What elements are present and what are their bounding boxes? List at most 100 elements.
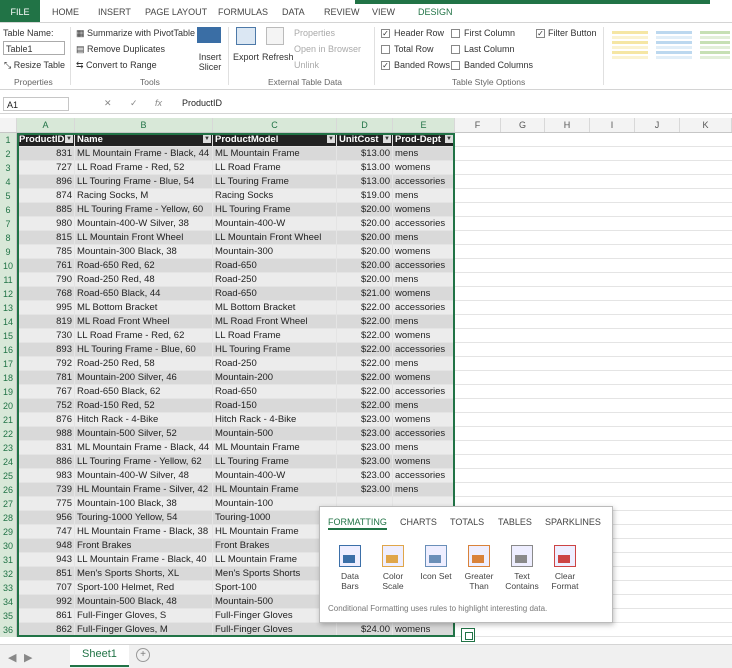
column-header[interactable]: G xyxy=(501,118,545,132)
row-number[interactable]: 25 xyxy=(0,469,17,483)
table-cell[interactable]: 956 xyxy=(17,511,75,524)
table-cell[interactable]: Mountain-300 xyxy=(213,245,337,258)
table-cell[interactable]: 995 xyxy=(17,301,75,314)
tab-file[interactable]: FILE xyxy=(0,0,40,22)
table-cell[interactable]: 943 xyxy=(17,553,75,566)
table-cell[interactable]: Hitch Rack - 4-Bike xyxy=(213,413,337,426)
table-cell[interactable]: $22.00 xyxy=(337,399,393,412)
qa-tab-charts[interactable]: CHARTS xyxy=(400,517,437,527)
table-cell[interactable]: $20.00 xyxy=(337,273,393,286)
table-cell[interactable]: Road-650 xyxy=(213,259,337,272)
table-cell[interactable]: 739 xyxy=(17,483,75,496)
qa-tab-sparklines[interactable]: SPARKLINES xyxy=(545,517,601,527)
table-cell[interactable]: Mountain-400-W Silver, 38 xyxy=(75,217,213,230)
table-cell[interactable]: mens xyxy=(393,189,455,202)
banded-columns-checkbox[interactable] xyxy=(451,61,460,70)
insert-slicer-button[interactable]: Insert Slicer xyxy=(197,52,223,72)
table-cell[interactable]: $20.00 xyxy=(337,203,393,216)
table-cell[interactable]: $13.00 xyxy=(337,175,393,188)
table-cell[interactable]: Road-250 xyxy=(213,273,337,286)
header-cell[interactable]: ProductModel ▼ xyxy=(213,133,337,146)
column-header[interactable]: J xyxy=(635,118,680,132)
convert-range-button[interactable]: ⇆ Convert to Range xyxy=(76,60,157,71)
table-cell[interactable]: 948 xyxy=(17,539,75,552)
table-cell[interactable]: 747 xyxy=(17,525,75,538)
filter-button-checkbox[interactable]: ✓ xyxy=(536,29,545,38)
row-number[interactable]: 32 xyxy=(0,567,17,581)
table-cell[interactable]: accessories xyxy=(393,385,455,398)
qa-option-color-scale[interactable]: Color Scale xyxy=(371,545,415,591)
table-cell[interactable]: ML Bottom Bracket xyxy=(213,301,337,314)
table-cell[interactable]: 831 xyxy=(17,441,75,454)
tab-data[interactable]: DATA xyxy=(282,0,305,22)
table-cell[interactable]: womens xyxy=(393,371,455,384)
table-cell[interactable]: 781 xyxy=(17,371,75,384)
qa-option-data-bars[interactable]: Data Bars xyxy=(328,545,372,591)
table-cell[interactable]: Road-250 Red, 58 xyxy=(75,357,213,370)
column-header[interactable]: K xyxy=(680,118,732,132)
table-cell[interactable]: ML Mountain Frame xyxy=(213,441,337,454)
header-cell[interactable]: Name ▼ xyxy=(75,133,213,146)
table-cell[interactable]: mens xyxy=(393,273,455,286)
row-number[interactable]: 13 xyxy=(0,301,17,315)
table-cell[interactable]: LL Road Frame xyxy=(213,161,337,174)
tab-formulas[interactable]: FORMULAS xyxy=(218,0,268,22)
table-cell[interactable]: Mountain-100 Black, 38 xyxy=(75,497,213,510)
table-cell[interactable]: LL Mountain Front Wheel xyxy=(75,231,213,244)
table-cell[interactable]: 851 xyxy=(17,567,75,580)
row-number[interactable]: 8 xyxy=(0,231,17,245)
qa-tab-formatting[interactable]: FORMATTING xyxy=(328,517,387,530)
table-cell[interactable]: Full-Finger Gloves, M xyxy=(75,623,213,636)
table-cell[interactable]: LL Touring Frame - Yellow, 62 xyxy=(75,455,213,468)
table-cell[interactable]: $19.00 xyxy=(337,189,393,202)
table-cell[interactable]: $22.00 xyxy=(337,371,393,384)
table-cell[interactable]: Road-650 Red, 62 xyxy=(75,259,213,272)
row-number[interactable]: 33 xyxy=(0,581,17,595)
sheet-nav-left-icon[interactable]: ◀ xyxy=(8,651,16,664)
table-cell[interactable]: Sport-100 Helmet, Red xyxy=(75,581,213,594)
table-cell[interactable]: womens xyxy=(393,413,455,426)
table-cell[interactable]: Racing Socks, M xyxy=(75,189,213,202)
table-cell[interactable]: womens xyxy=(393,245,455,258)
table-name-input[interactable]: Table1 xyxy=(3,41,65,55)
row-number[interactable]: 29 xyxy=(0,525,17,539)
row-number[interactable]: 17 xyxy=(0,357,17,371)
table-cell[interactable]: HL Mountain Frame - Black, 38 xyxy=(75,525,213,538)
row-number[interactable]: 19 xyxy=(0,385,17,399)
table-cell[interactable]: Road-150 Red, 52 xyxy=(75,399,213,412)
table-cell[interactable]: LL Road Frame - Red, 62 xyxy=(75,329,213,342)
table-cell[interactable]: womens xyxy=(393,161,455,174)
table-cell[interactable]: 761 xyxy=(17,259,75,272)
table-cell[interactable]: 752 xyxy=(17,399,75,412)
table-cell[interactable]: mens xyxy=(393,441,455,454)
table-cell[interactable]: $13.00 xyxy=(337,161,393,174)
table-cell[interactable]: ML Bottom Bracket xyxy=(75,301,213,314)
insert-function-icon[interactable]: fx xyxy=(155,98,162,108)
filter-dropdown-icon[interactable]: ▼ xyxy=(327,135,335,143)
table-cell[interactable]: Road-650 Black, 44 xyxy=(75,287,213,300)
tab-insert[interactable]: INSERT xyxy=(98,0,131,22)
banded-rows-checkbox[interactable]: ✓ xyxy=(381,61,390,70)
table-cell[interactable]: Road-150 xyxy=(213,399,337,412)
row-number[interactable]: 22 xyxy=(0,427,17,441)
row-number[interactable]: 1 xyxy=(0,133,17,147)
table-cell[interactable]: 767 xyxy=(17,385,75,398)
qa-option-icon-set[interactable]: Icon Set xyxy=(414,545,458,581)
table-cell[interactable]: accessories xyxy=(393,427,455,440)
table-cell[interactable]: HL Touring Frame - Blue, 60 xyxy=(75,343,213,356)
header-cell[interactable]: UnitCost ▼ xyxy=(337,133,393,146)
formula-input[interactable]: ProductID xyxy=(182,98,222,108)
filter-dropdown-icon[interactable]: ▼ xyxy=(445,135,453,143)
total-row-checkbox[interactable] xyxy=(381,45,390,54)
table-cell[interactable]: $24.00 xyxy=(337,623,393,636)
table-cell[interactable]: womens xyxy=(393,287,455,300)
table-cell[interactable]: ML Mountain Frame - Black, 44 xyxy=(75,147,213,160)
tab-home[interactable]: HOME xyxy=(52,0,79,22)
header-row-checkbox[interactable]: ✓ xyxy=(381,29,390,38)
table-cell[interactable]: ML Road Front Wheel xyxy=(75,315,213,328)
table-cell[interactable]: LL Touring Frame xyxy=(213,175,337,188)
name-box[interactable]: A1 xyxy=(3,97,69,111)
column-header[interactable]: H xyxy=(545,118,590,132)
table-cell[interactable]: $22.00 xyxy=(337,343,393,356)
table-cell[interactable]: Road-650 Black, 62 xyxy=(75,385,213,398)
